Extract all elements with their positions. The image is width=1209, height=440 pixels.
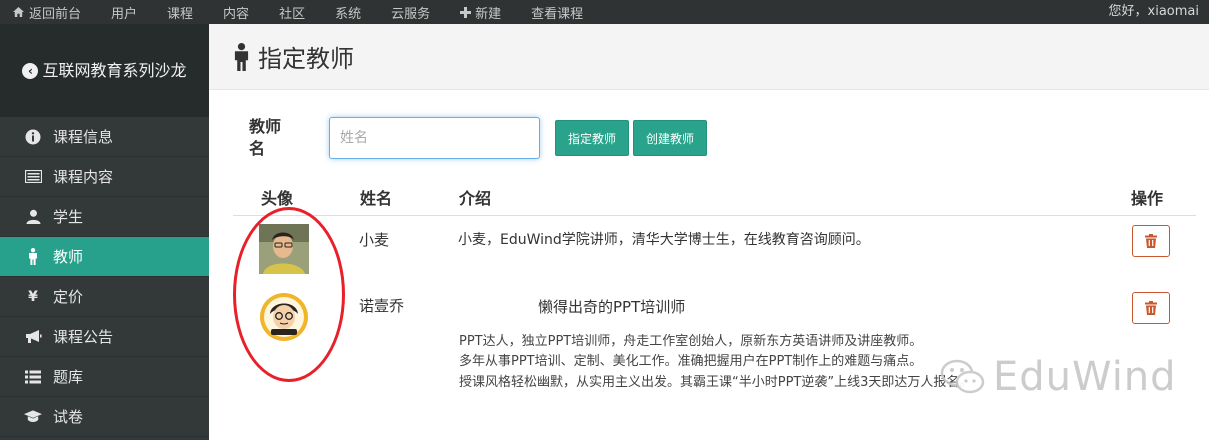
list-bullets-icon	[24, 370, 42, 384]
teachers-table-header: 头像 姓名 介绍 操作	[233, 179, 1196, 216]
teacher-name: 诺壹乔	[359, 297, 405, 315]
teacher-avatar	[259, 292, 309, 342]
wechat-logo-icon	[940, 359, 985, 394]
nav-content[interactable]: 内容	[211, 0, 249, 24]
yen-icon: ¥	[28, 288, 38, 305]
col-header-actions: 操作	[1131, 189, 1164, 208]
teacher-name: 小麦	[359, 231, 390, 249]
teacher-intro-line: PPT达人，独立PPT培训师，舟走工作室创始人，原新东方英语讲师及讲座教师。	[459, 334, 923, 349]
nav-cloud[interactable]: 云服务	[379, 0, 430, 24]
list-icon	[24, 170, 42, 183]
teacher-name-label-line2: 名	[249, 139, 266, 158]
teacher-name-label-line1: 教师	[249, 117, 282, 136]
page-header: 指定教师	[209, 24, 1209, 90]
teacher-avatar	[259, 224, 309, 274]
teacher-intro: 小麦，EduWind学院讲师，清华大学博士生，在线教育咨询顾问。	[458, 232, 870, 248]
nav-system[interactable]: 系统	[323, 0, 361, 24]
nav-courses-label: 课程	[167, 6, 194, 22]
nav-new-label: 新建	[475, 6, 502, 22]
nav-users-label: 用户	[111, 6, 138, 22]
sidebar-item-label: 题库	[53, 368, 84, 386]
course-title: 互联网教育系列沙龙	[42, 60, 187, 80]
home-icon	[13, 7, 24, 17]
sidebar-item-course-content[interactable]: 课程内容	[0, 157, 209, 197]
delete-teacher-button[interactable]	[1132, 292, 1170, 324]
teacher-intro-line: 授课风格轻松幽默，从实用主义出发。其霸王课“半小时PPT逆袭”上线3天即达万人报…	[459, 375, 973, 390]
sidebar-item-announcements[interactable]: 课程公告	[0, 317, 209, 357]
sidebar-item-label: 课程内容	[53, 168, 114, 186]
nav-users[interactable]: 用户	[99, 0, 137, 24]
nav-community-label: 社区	[279, 6, 306, 22]
nav-back-frontend[interactable]: 返回前台	[0, 0, 81, 24]
sidebar-item-label: 教师	[53, 248, 84, 266]
sidebar-item-label: 课程信息	[53, 128, 114, 146]
col-header-avatar: 头像	[261, 189, 294, 208]
sidebar-item-course-info[interactable]: 课程信息	[0, 117, 209, 157]
nav-content-label: 内容	[223, 6, 250, 22]
sidebar-item-label: 学生	[53, 208, 84, 226]
user-greeting[interactable]: 您好，xiaomai	[1109, 0, 1199, 24]
sidebar: ‹ 互联网教育系列沙龙 课程信息 课程内容 学生 教师 ¥ 定价 课程公告 题库…	[0, 24, 209, 440]
nav-cloud-label: 云服务	[391, 6, 431, 22]
nav-courses[interactable]: 课程	[155, 0, 193, 24]
sidebar-menu: 课程信息 课程内容 学生 教师 ¥ 定价 课程公告 题库 试卷	[0, 117, 209, 437]
chevron-left-circle-icon: ‹	[22, 63, 39, 79]
delete-teacher-button[interactable]	[1132, 225, 1170, 257]
plus-icon	[460, 6, 472, 18]
col-header-name: 姓名	[360, 189, 393, 208]
col-header-intro: 介绍	[459, 189, 492, 208]
sidebar-item-question-bank[interactable]: 题库	[0, 357, 209, 397]
teacher-intro-title: 懒得出奇的PPT培训师	[538, 298, 686, 316]
teacher-name-input[interactable]	[329, 117, 540, 159]
assign-teacher-button[interactable]: 指定教师	[555, 120, 630, 156]
nav-view-course-label: 查看课程	[531, 6, 584, 22]
sidebar-item-label: 课程公告	[53, 328, 114, 346]
sidebar-item-pricing[interactable]: ¥ 定价	[0, 277, 209, 317]
nav-community[interactable]: 社区	[267, 0, 305, 24]
sidebar-item-label: 定价	[53, 288, 84, 306]
assign-teacher-form: 教师 名 指定教师 创建教师	[249, 116, 708, 160]
bullhorn-icon	[24, 329, 42, 344]
teacher-intro-line: 多年从事PPT培训、定制、美化工作。准确把握用户在PPT制作上的难题与痛点。	[459, 354, 923, 369]
sidebar-item-label: 试卷	[53, 408, 84, 426]
course-title-link[interactable]: ‹ 互联网教育系列沙龙	[0, 24, 209, 117]
person-icon	[234, 42, 249, 71]
top-navbar: 返回前台 用户 课程 内容 社区 系统 云服务 新建 查看课程 您好，xiaom…	[0, 0, 1209, 24]
person-icon	[24, 248, 42, 265]
graduation-cap-icon	[24, 410, 42, 423]
page-title: 指定教师	[258, 45, 354, 73]
info-icon	[24, 129, 42, 145]
user-icon	[24, 209, 42, 224]
trash-icon	[1145, 301, 1157, 315]
nav-back-frontend-label: 返回前台	[29, 6, 82, 22]
sidebar-item-teachers[interactable]: 教师	[0, 237, 209, 277]
nav-view-course[interactable]: 查看课程	[519, 0, 583, 24]
watermark: EduWind	[939, 354, 1177, 400]
nav-new[interactable]: 新建	[448, 0, 501, 24]
teacher-name-label: 教师 名	[249, 116, 294, 160]
sidebar-item-students[interactable]: 学生	[0, 197, 209, 237]
top-nav: 返回前台 用户 课程 内容 社区 系统 云服务 新建 查看课程	[0, 0, 601, 24]
watermark-text: EduWind	[993, 354, 1177, 400]
nav-system-label: 系统	[335, 6, 362, 22]
create-teacher-button[interactable]: 创建教师	[633, 120, 708, 156]
sidebar-item-exam-papers[interactable]: 试卷	[0, 397, 209, 437]
trash-icon	[1145, 234, 1157, 248]
main-content: 指定教师 教师 名 指定教师 创建教师 头像 姓名 介绍 操作	[209, 24, 1209, 440]
